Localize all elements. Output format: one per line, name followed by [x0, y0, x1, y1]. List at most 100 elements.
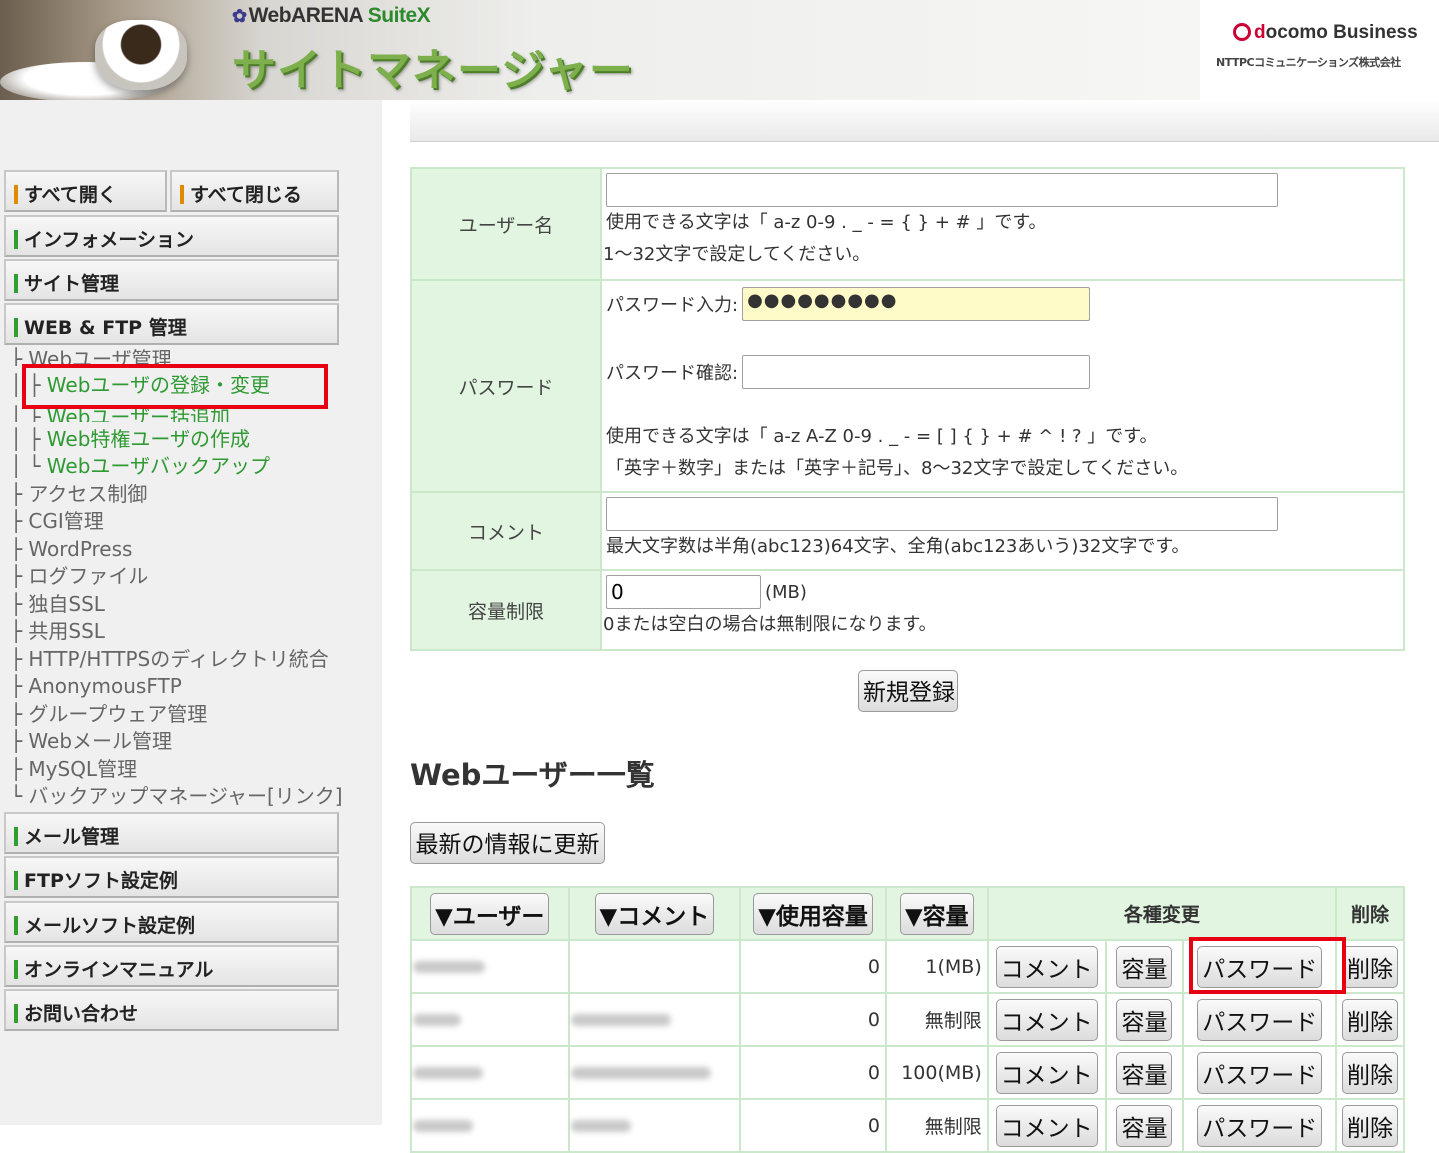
user-form: ユーザー名 使用できる文字は「 a-z 0-9 . _ - = { } + # … — [410, 167, 1405, 651]
change-comment-button[interactable]: コメント — [995, 1051, 1098, 1094]
tree-item-wordpress[interactable]: ├ WordPress — [10, 536, 132, 563]
table-row: 0 無制限 コメント 容量 パスワード 削除 — [410, 992, 1405, 1047]
open-all-button[interactable]: すべて開く — [4, 170, 167, 212]
tree-item-backup-manager[interactable]: └ バックアップマネージャー[リンク] — [10, 783, 343, 810]
blurred-comment — [570, 1066, 711, 1079]
sidebar-item-web-ftp[interactable]: WEB & FTP 管理 — [4, 303, 339, 345]
password-help-length: 「英字＋数字」または「英字＋記号」、8～32文字で設定してください。 — [606, 458, 1189, 479]
green-bar-icon — [14, 230, 18, 249]
register-button[interactable]: 新規登録 — [858, 670, 958, 712]
sidebar-item-mail-management[interactable]: メール管理 — [4, 812, 339, 854]
blurred-username — [413, 960, 485, 973]
quota-cell: 無制限 — [884, 1098, 989, 1153]
green-bar-icon — [14, 871, 18, 890]
password-input[interactable]: ●●●●●●●●● — [742, 287, 1091, 321]
usage-cell: 0 — [739, 992, 887, 1047]
change-quota-button[interactable]: 容量 — [1116, 998, 1173, 1041]
sort-comment-button[interactable]: ▼コメント — [594, 892, 715, 935]
green-bar-icon — [14, 960, 18, 979]
tree-item-web-privileged-user[interactable]: │ ├ Web特権ユーザの作成 — [10, 426, 250, 453]
close-all-button[interactable]: すべて閉じる — [170, 170, 339, 212]
quota-cell: 無制限 — [884, 992, 989, 1047]
delete-button[interactable]: 削除 — [1342, 1104, 1399, 1147]
change-quota-button[interactable]: 容量 — [1116, 1051, 1173, 1094]
green-bar-icon — [14, 1004, 18, 1023]
quota-input[interactable] — [606, 575, 761, 609]
orange-bar-icon — [180, 185, 184, 204]
change-password-button[interactable]: パスワード — [1197, 1104, 1323, 1147]
blurred-username — [413, 1066, 483, 1079]
top-strip — [410, 100, 1439, 142]
green-bar-icon — [14, 318, 18, 337]
comment-label: コメント — [410, 491, 602, 571]
password-help-chars: 使用できる文字は「 a-z A-Z 0-9 . _ - = [ ] { } + … — [606, 426, 1158, 447]
password-label: パスワード — [410, 279, 602, 493]
sort-quota-button[interactable]: ▼容量 — [899, 892, 974, 935]
sidebar-item-mail-soft[interactable]: メールソフト設定例 — [4, 901, 339, 943]
sidebar-item-contact[interactable]: お問い合わせ — [4, 989, 339, 1031]
sidebar-item-ftp-soft[interactable]: FTPソフト設定例 — [4, 856, 339, 898]
list-title: Webユーザー一覧 — [410, 758, 655, 792]
blurred-comment — [570, 1119, 631, 1132]
comment-help: 最大文字数は半角(abc123)64文字、全角(abc123あいう)32文字です… — [606, 536, 1190, 557]
delete-button[interactable]: 削除 — [1342, 998, 1399, 1041]
tree-item-web-user-backup[interactable]: │ └ Webユーザバックアップ — [10, 453, 270, 480]
delete-header: 削除 — [1335, 886, 1405, 941]
orange-bar-icon — [14, 185, 18, 204]
delete-button[interactable]: 削除 — [1342, 1051, 1399, 1094]
change-comment-button[interactable]: コメント — [995, 945, 1098, 988]
change-comment-button[interactable]: コメント — [995, 998, 1098, 1041]
quota-unit: (MB) — [765, 581, 807, 603]
change-password-button[interactable]: パスワード — [1197, 1051, 1323, 1094]
sidebar-highlight-box — [22, 364, 328, 409]
tree-item-own-ssl[interactable]: ├ 独自SSL — [10, 591, 105, 618]
green-bar-icon — [14, 916, 18, 935]
password-confirm-input[interactable] — [742, 355, 1091, 389]
tree-item-cgi[interactable]: ├ CGI管理 — [10, 508, 104, 535]
username-help-chars: 使用できる文字は「 a-z 0-9 . _ - = { } + # 」です。 — [606, 212, 1047, 233]
tree-item-groupware[interactable]: ├ グループウェア管理 — [10, 701, 207, 728]
comment-input[interactable] — [606, 497, 1278, 531]
user-list-table: ▼ユーザー ▼コメント ▼使用容量 ▼容量 各種変更 削除 0 1(MB) コメ… — [410, 886, 1405, 1153]
docomo-circle-icon — [1233, 23, 1251, 41]
sort-user-button[interactable]: ▼ユーザー — [430, 892, 550, 935]
password-confirm-label: パスワード確認: — [606, 363, 739, 384]
header: ✿WebARENA SuiteX サイトマネージャー docomo Busine… — [0, 0, 1439, 100]
usage-cell: 0 — [739, 939, 887, 994]
password-input-label: パスワード入力: — [606, 295, 739, 316]
password-button-highlight-box — [1189, 937, 1346, 994]
username-label: ユーザー名 — [410, 167, 602, 281]
tree-item-anonymous-ftp[interactable]: ├ AnonymousFTP — [10, 673, 182, 700]
blurred-username — [413, 1013, 461, 1026]
username-input[interactable] — [606, 173, 1278, 207]
delete-button[interactable]: 削除 — [1342, 945, 1399, 988]
usage-cell: 0 — [739, 1098, 887, 1153]
table-header-row: ▼ユーザー ▼コメント ▼使用容量 ▼容量 各種変更 削除 — [410, 886, 1405, 941]
sidebar-item-online-manual[interactable]: オンラインマニュアル — [4, 945, 339, 987]
quota-cell: 100(MB) — [884, 1045, 989, 1100]
tree-item-shared-ssl[interactable]: ├ 共用SSL — [10, 618, 105, 645]
sidebar-item-information[interactable]: インフォメーション — [4, 215, 339, 257]
tree-item-https-merge[interactable]: ├ HTTP/HTTPSのディレクトリ統合 — [10, 646, 329, 673]
change-password-button[interactable]: パスワード — [1197, 998, 1323, 1041]
refresh-button[interactable]: 最新の情報に更新 — [410, 822, 605, 864]
change-comment-button[interactable]: コメント — [995, 1104, 1098, 1147]
change-quota-button[interactable]: 容量 — [1116, 945, 1173, 988]
tree-item-mysql[interactable]: ├ MySQL管理 — [10, 756, 137, 783]
coffee-cup-image — [95, 20, 187, 90]
blurred-username — [413, 1119, 473, 1132]
header-banner: ✿WebARENA SuiteX サイトマネージャー — [0, 0, 1200, 100]
sidebar: すべて開く すべて閉じる インフォメーション サイト管理 WEB & FTP 管… — [0, 100, 382, 1125]
tree-item-web-user-management[interactable]: ├ Webユーザ管理 — [10, 346, 172, 366]
blurred-comment — [570, 1013, 671, 1026]
webarena-suitex-logo: ✿WebARENA SuiteX — [232, 4, 431, 27]
usage-cell: 0 — [739, 1045, 887, 1100]
change-quota-button[interactable]: 容量 — [1116, 1104, 1173, 1147]
tree-item-logfile[interactable]: ├ ログファイル — [10, 563, 148, 590]
green-bar-icon — [14, 274, 18, 293]
quota-cell: 1(MB) — [884, 939, 989, 994]
sidebar-item-site-management[interactable]: サイト管理 — [4, 259, 339, 301]
tree-item-access-control[interactable]: ├ アクセス制御 — [10, 481, 147, 508]
sort-usage-button[interactable]: ▼使用容量 — [753, 892, 873, 935]
tree-item-webmail[interactable]: ├ Webメール管理 — [10, 728, 172, 755]
